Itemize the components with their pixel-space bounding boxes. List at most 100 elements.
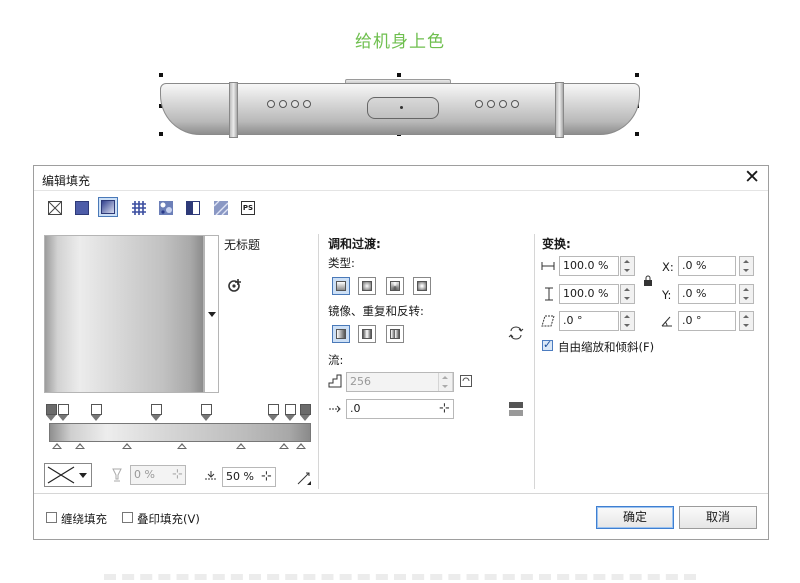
color-stop[interactable] <box>58 404 69 415</box>
color-stop[interactable] <box>46 404 57 415</box>
midpoint-slider[interactable] <box>52 443 62 449</box>
transparency-icon <box>112 468 122 482</box>
dashed-divider <box>104 574 696 580</box>
selection-handle[interactable] <box>159 73 163 77</box>
plus-icon[interactable]: ⊹ <box>439 401 450 416</box>
dialog-title: 编辑填充 <box>42 174 91 188</box>
conical-fill-icon <box>390 281 400 291</box>
speaker-holes <box>267 100 311 108</box>
plus-icon[interactable]: ⊹ <box>261 469 272 484</box>
lock-ratio-icon[interactable] <box>643 275 653 287</box>
default-fill-icon <box>336 329 346 339</box>
linear-fill-button[interactable] <box>332 277 350 295</box>
node-color-button[interactable] <box>44 463 78 487</box>
gradient-bar[interactable] <box>49 423 311 442</box>
color-stop[interactable] <box>268 404 279 415</box>
elliptical-fill-icon <box>362 281 372 291</box>
skew-input[interactable]: .0 ° <box>559 311 619 331</box>
midpoint-slider[interactable] <box>279 443 289 449</box>
rotate-icon <box>661 316 672 327</box>
fill-preview <box>44 235 204 393</box>
midpoint-slider[interactable] <box>75 443 85 449</box>
texture-fill-icon[interactable] <box>214 201 228 215</box>
ok-button[interactable]: 确定 <box>596 506 674 529</box>
x-offset-input[interactable]: .0 % <box>678 256 736 276</box>
stop-marker <box>58 415 68 421</box>
mirror-label: 镜像、重复和反转: <box>328 304 424 318</box>
selection-handle[interactable] <box>397 73 401 77</box>
two-color-pattern-icon[interactable] <box>186 201 200 215</box>
node-position-icon <box>205 471 217 480</box>
rectangular-fill-button[interactable] <box>413 277 431 295</box>
height-icon <box>545 287 553 301</box>
selection-handle[interactable] <box>635 73 639 77</box>
reverse-icon[interactable] <box>508 326 524 340</box>
antenna-band <box>555 82 564 138</box>
selection-handle[interactable] <box>635 132 639 136</box>
rotate-spinner[interactable] <box>739 311 754 331</box>
type-label: 类型: <box>328 256 355 270</box>
fill-width-spinner[interactable] <box>620 256 635 276</box>
cancel-button[interactable]: 取消 <box>679 506 757 529</box>
midpoint-slider[interactable] <box>296 443 306 449</box>
rotate-input[interactable]: .0 ° <box>678 311 736 331</box>
wrap-fill-checkbox[interactable] <box>46 512 57 523</box>
vector-pattern-icon[interactable] <box>132 201 146 215</box>
chevron-down-icon <box>79 473 87 478</box>
save-preset-icon[interactable] <box>227 277 243 293</box>
fill-height-spinner[interactable] <box>620 284 635 304</box>
conical-fill-button[interactable] <box>386 277 404 295</box>
acceleration-icon <box>329 405 341 413</box>
color-stop[interactable] <box>201 404 212 415</box>
blend-title: 调和过渡: <box>328 237 381 251</box>
acceleration-input[interactable]: .0 <box>346 399 454 419</box>
fountain-fill-icon <box>101 200 115 214</box>
uniform-fill-icon[interactable] <box>75 201 89 215</box>
column-divider <box>318 234 319 489</box>
midpoint-slider[interactable] <box>177 443 187 449</box>
stop-marker <box>151 415 161 421</box>
charging-port <box>367 97 439 119</box>
color-stop[interactable] <box>300 404 311 415</box>
color-stop[interactable] <box>151 404 162 415</box>
y-offset-spinner[interactable] <box>739 284 754 304</box>
default-fill-button[interactable] <box>332 325 350 343</box>
midpoint-slider[interactable] <box>236 443 246 449</box>
preset-dropdown[interactable] <box>204 235 219 393</box>
lock-steps-icon[interactable] <box>460 375 472 387</box>
overprint-fill-checkbox[interactable] <box>122 512 133 523</box>
selection-handle[interactable] <box>159 132 163 136</box>
page-heading: 给机身上色 <box>355 32 445 52</box>
free-scale-checkbox[interactable] <box>542 338 553 351</box>
y-offset-input[interactable]: .0 % <box>678 284 736 304</box>
repeat-icon <box>390 329 400 339</box>
plus-icon[interactable]: ⊹ <box>172 467 183 482</box>
midpoint-slider[interactable] <box>122 443 132 449</box>
fill-height-input[interactable]: 100.0 % <box>559 284 619 304</box>
node-color-dropdown[interactable] <box>76 463 92 487</box>
no-fill-icon[interactable] <box>48 201 62 215</box>
smooth-blend-icon[interactable] <box>508 401 524 417</box>
repeat-mirror-button[interactable] <box>358 325 376 343</box>
stop-marker <box>285 415 295 421</box>
elliptical-fill-button[interactable] <box>358 277 376 295</box>
fill-width-input[interactable]: 100.0 % <box>559 256 619 276</box>
stop-marker <box>91 415 101 421</box>
skew-icon <box>541 315 555 327</box>
close-icon[interactable]: ✕ <box>744 167 760 187</box>
steps-spinner[interactable] <box>438 372 453 392</box>
color-stop[interactable] <box>91 404 102 415</box>
repeat-mirror-icon <box>362 329 372 339</box>
repeat-button[interactable] <box>386 325 404 343</box>
reverse-gradient-icon[interactable] <box>296 470 312 486</box>
free-scale-label: 自由缩放和倾斜(F) <box>558 340 655 354</box>
stop-marker <box>201 415 211 421</box>
fountain-fill-tab[interactable] <box>98 197 118 217</box>
postscript-fill-icon[interactable]: PS <box>241 201 255 215</box>
x-offset-spinner[interactable] <box>739 256 754 276</box>
wrap-fill-label: 缠绕填充 <box>61 512 107 526</box>
skew-spinner[interactable] <box>620 311 635 331</box>
color-stop[interactable] <box>285 404 296 415</box>
y-label: Y: <box>662 288 672 302</box>
bitmap-pattern-icon[interactable] <box>159 201 173 215</box>
